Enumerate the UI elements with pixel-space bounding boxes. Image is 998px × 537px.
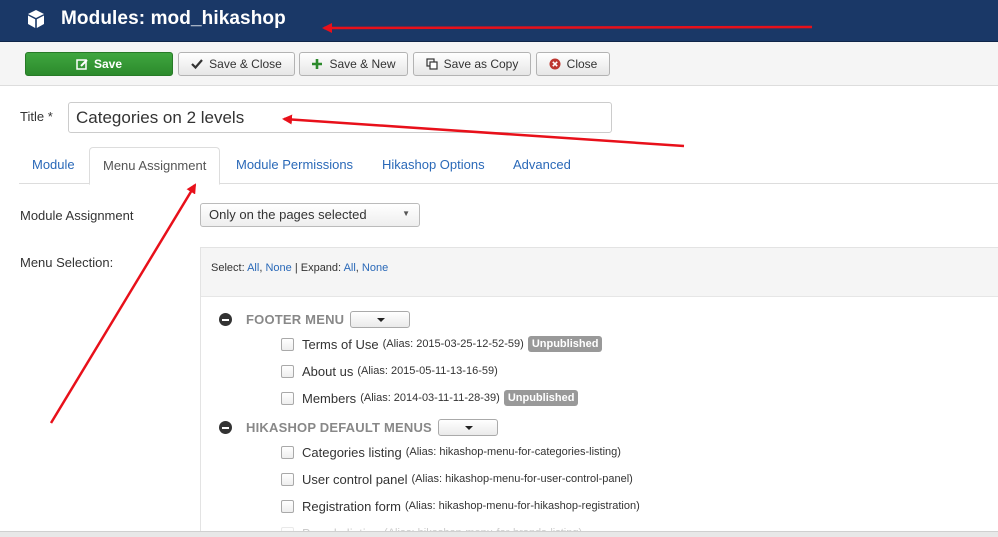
group-options-dropdown[interactable] [437, 419, 498, 436]
menu-item-checkbox[interactable] [281, 445, 294, 459]
menu-group-hikashop-default: HIKASHOP DEFAULT MENUS [219, 419, 498, 436]
edit-icon [76, 58, 88, 70]
menu-item-alias: (Alias: hikashop-menu-for-categories-lis… [405, 446, 621, 458]
menu-item: User control panel (Alias: hikashop-menu… [281, 470, 633, 488]
menu-item: Members (Alias: 2014-03-11-11-28-39) Unp… [281, 389, 579, 407]
menu-item-alias: (Alias: hikashop-menu-for-user-control-p… [411, 473, 633, 485]
menu-selection-panel: Select: All, None | Expand: All, None FO… [200, 247, 998, 537]
collapse-icon[interactable] [219, 421, 232, 434]
expand-none-link[interactable]: None [362, 262, 388, 274]
menu-group-name: HIKASHOP DEFAULT MENUS [246, 420, 432, 435]
module-assignment-select[interactable]: Only on the pages selected ▼ [200, 203, 420, 227]
unpublished-badge: Unpublished [527, 336, 603, 352]
menu-item-name: Categories listing [302, 444, 402, 460]
menu-item: Categories listing (Alias: hikashop-menu… [281, 443, 621, 461]
menu-group-footer: FOOTER MENU [219, 311, 411, 328]
caret-down-icon: ▼ [402, 209, 410, 218]
title-input[interactable] [68, 102, 612, 133]
menu-item: Terms of Use (Alias: 2015-03-25-12-52-59… [281, 335, 603, 353]
copy-icon [426, 58, 438, 70]
menu-item-name: Members [302, 390, 357, 406]
module-header: Modules: mod_hikashop [0, 0, 998, 42]
save-button[interactable]: Save [25, 52, 173, 76]
expand-text: Expand: [300, 262, 342, 274]
menu-item-name: Terms of Use [302, 336, 379, 352]
menu-item-name: User control panel [302, 471, 408, 487]
save-button-label: Save [93, 57, 123, 71]
tab-module[interactable]: Module [19, 147, 88, 184]
menu-item-checkbox[interactable] [281, 391, 294, 405]
collapse-icon[interactable] [219, 313, 232, 326]
close-label: Close [566, 57, 598, 71]
menu-item-alias: (Alias: 2014-03-11-11-28-39) [360, 392, 500, 404]
unpublished-badge: Unpublished [503, 390, 579, 406]
menu-item-checkbox[interactable] [281, 472, 294, 486]
tab-bar: Module Menu Assignment Module Permission… [19, 147, 998, 185]
close-circle-icon [549, 58, 561, 70]
cube-icon [26, 9, 46, 32]
menu-item-name: Registration form [302, 498, 401, 514]
save-new-button[interactable]: Save & New [299, 52, 408, 76]
menu-item-checkbox[interactable] [281, 499, 294, 513]
menu-item-checkbox[interactable] [281, 337, 294, 351]
menu-item: Registration form (Alias: hikashop-menu-… [281, 497, 640, 515]
menu-item-alias: (Alias: 2015-05-11-13-16-59) [357, 365, 498, 377]
horizontal-scrollbar[interactable] [0, 531, 998, 537]
menu-item-name: About us [302, 363, 354, 379]
save-close-button[interactable]: Save & Close [178, 52, 295, 76]
menu-item-checkbox[interactable] [281, 364, 294, 378]
save-copy-button[interactable]: Save as Copy [413, 52, 531, 76]
menu-item: About us (Alias: 2015-05-11-13-16-59) [281, 362, 498, 380]
tab-advanced[interactable]: Advanced [500, 147, 584, 184]
select-text: Select: [211, 262, 245, 274]
title-label: Title * [20, 109, 53, 124]
module-assignment-value: Only on the pages selected [209, 207, 367, 222]
module-assignment-label: Module Assignment [20, 208, 134, 223]
menu-selection-label: Menu Selection: [20, 255, 114, 270]
toolbar: Save Save & Close Save & New Save as Cop… [0, 42, 998, 86]
close-button[interactable]: Close [536, 52, 610, 76]
tab-hikashop-options[interactable]: Hikashop Options [369, 147, 498, 184]
select-none-link[interactable]: None [265, 262, 291, 274]
check-icon [191, 58, 203, 70]
select-all-link[interactable]: All [247, 262, 259, 274]
save-copy-label: Save as Copy [443, 57, 519, 71]
group-options-dropdown[interactable] [350, 311, 411, 328]
plus-icon [311, 58, 323, 70]
save-new-label: Save & New [329, 57, 396, 71]
menu-item-alias: (Alias: hikashop-menu-for-hikashop-regis… [404, 500, 640, 512]
page-title: Modules: mod_hikashop [61, 8, 286, 29]
selection-controls: Select: All, None | Expand: All, None [201, 248, 998, 297]
menu-group-name: FOOTER MENU [246, 312, 345, 327]
menu-item-alias: (Alias: 2015-03-25-12-52-59) [382, 338, 524, 350]
expand-all-link[interactable]: All [344, 262, 356, 274]
tab-module-permissions[interactable]: Module Permissions [223, 147, 366, 184]
save-close-label: Save & Close [209, 57, 282, 71]
tab-menu-assignment[interactable]: Menu Assignment [89, 147, 221, 185]
